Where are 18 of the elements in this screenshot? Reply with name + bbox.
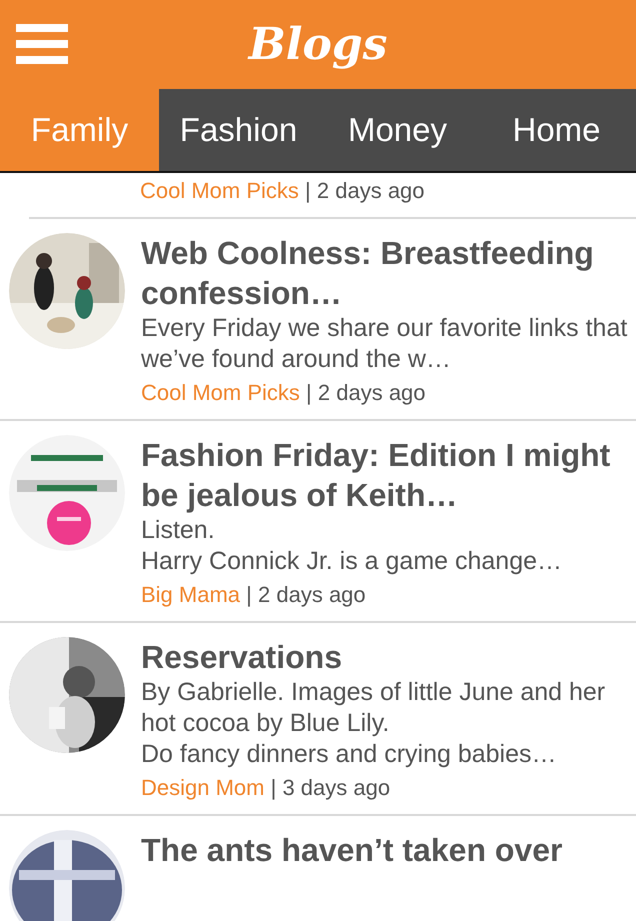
post-excerpt: Listen. [141, 515, 216, 546]
category-tab[interactable]: Money [318, 89, 477, 171]
category-tab[interactable]: Home [477, 89, 636, 171]
post-title[interactable]: Web Coolness: Breastfeeding confession… [141, 233, 628, 313]
post-excerpt: By Gabrielle. Images of little June and her hot cocoa by Blue Lily. [141, 677, 606, 739]
post-title[interactable]: The ants haven’t taken over [141, 830, 628, 870]
post-excerpt: Do fancy dinners and crying babies… [141, 739, 558, 770]
post-excerpt: Harry Connick Jr. is a game change… [141, 546, 564, 577]
app-logo: Blogs [248, 22, 388, 66]
post-meta: Cool Mom Picks | 2 days ago [141, 379, 427, 407]
post-meta: Cool Mom Picks | 2 days ago [140, 177, 425, 205]
menu-icon[interactable] [16, 24, 68, 64]
post-title[interactable]: Fashion Friday: Edition I might be jealous of Keith… [141, 435, 628, 515]
post-meta: Design Mom | 3 days ago [141, 774, 392, 802]
post-excerpt: Every Friday we share our favorite links that we’ve found around the w… [141, 313, 628, 375]
post-title[interactable]: Reservations [141, 637, 628, 677]
post-meta: Big Mama | 2 days ago [141, 581, 367, 609]
category-tab[interactable]: Fashion [159, 89, 318, 171]
